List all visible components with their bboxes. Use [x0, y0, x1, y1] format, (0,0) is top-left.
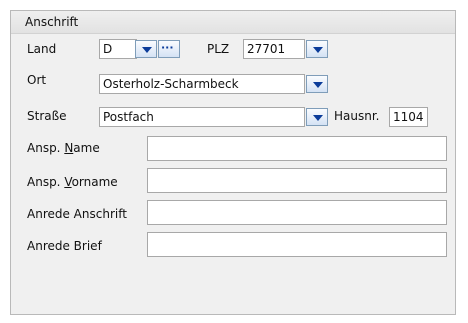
ansp-vorname-field[interactable] — [147, 168, 447, 193]
hausnr-field[interactable]: 1104 — [389, 107, 428, 127]
anrede-anschrift-field[interactable] — [147, 200, 447, 225]
plz-field[interactable]: 27701 — [243, 39, 305, 59]
strasse-field[interactable]: Postfach — [99, 107, 305, 127]
hausnr-label: Hausnr. — [334, 109, 380, 123]
ansp-vorname-label: Ansp. Vorname — [27, 175, 118, 189]
ort-field[interactable]: Osterholz-Scharmbeck — [99, 74, 305, 94]
ort-dropdown-button[interactable] — [306, 75, 328, 93]
plz-dropdown-button[interactable] — [306, 40, 328, 58]
land-dropdown-button[interactable] — [135, 40, 157, 58]
strasse-label: Straße — [27, 109, 67, 123]
panel-title: Anschrift — [25, 15, 79, 29]
land-more-button[interactable]: ··· — [158, 40, 180, 58]
strasse-dropdown-button[interactable] — [306, 108, 328, 126]
plz-label: PLZ — [207, 42, 230, 56]
anrede-anschrift-label: Anrede Anschrift — [27, 207, 127, 221]
land-field[interactable]: D — [99, 39, 137, 59]
address-panel: Anschrift Land D ··· PLZ 27701 Ort Oster… — [10, 10, 456, 315]
panel-header: Anschrift — [11, 11, 455, 34]
anrede-brief-field[interactable] — [147, 232, 447, 257]
ansp-name-label: Ansp. Name — [27, 141, 100, 155]
land-label: Land — [27, 42, 57, 56]
ellipsis-icon: ··· — [161, 41, 174, 54]
anrede-brief-label: Anrede Brief — [27, 239, 102, 253]
ort-label: Ort — [27, 73, 47, 87]
ansp-name-field[interactable] — [147, 136, 447, 161]
